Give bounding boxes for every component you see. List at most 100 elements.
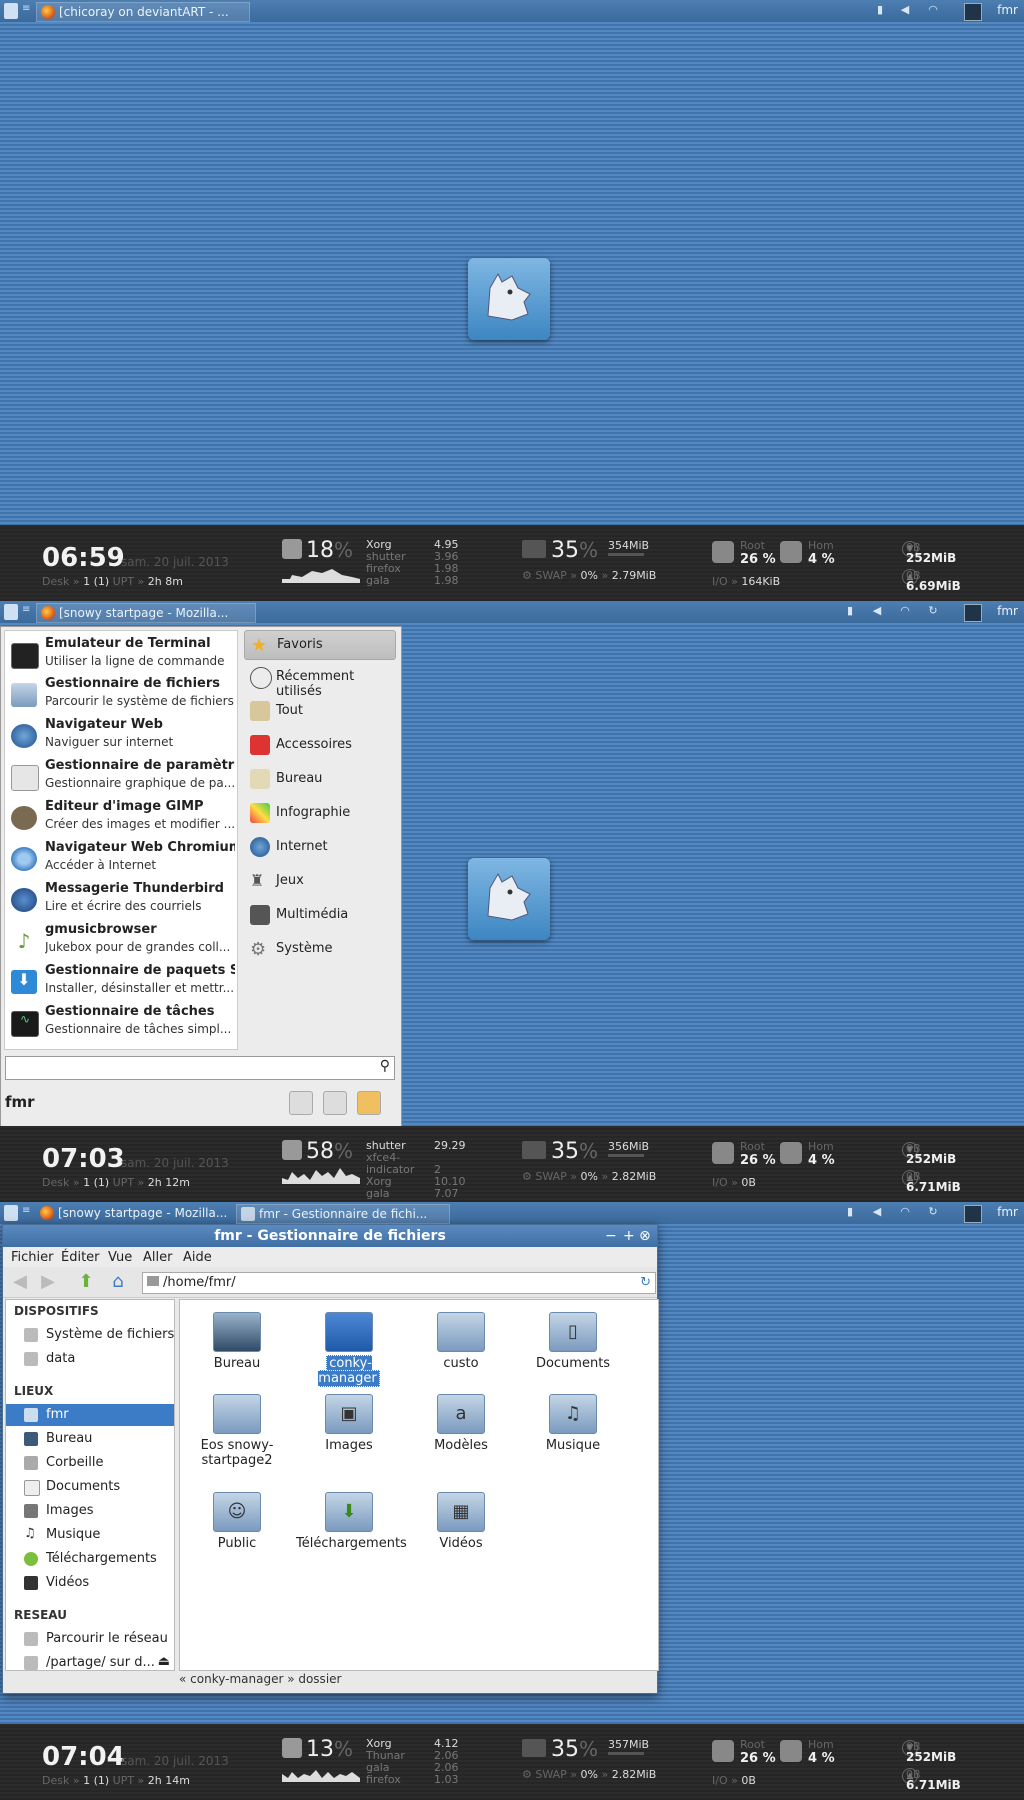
forward-icon[interactable]: ▶ (37, 1272, 59, 1292)
menu-search-input[interactable]: ⚲ (5, 1056, 395, 1080)
sidebar-item-bureau[interactable]: Bureau (6, 1428, 174, 1450)
file-item[interactable]: custo (408, 1312, 514, 1371)
menu-editer[interactable]: Éditer (61, 1250, 100, 1265)
log-out-button[interactable] (357, 1091, 381, 1115)
category-recent[interactable]: Récemment utilisés (244, 663, 394, 699)
menu-vue[interactable]: Vue (108, 1250, 132, 1265)
desk-value: 1 (1) (83, 575, 110, 588)
battery-icon[interactable]: ▮ (873, 3, 887, 19)
file-item[interactable]: a Modèles (408, 1394, 514, 1453)
sidebar-item-filesystem[interactable]: Système de fichiers (6, 1324, 174, 1346)
lock-screen-button[interactable] (323, 1091, 347, 1115)
settings-button[interactable] (289, 1091, 313, 1115)
mem-used: 356MiB (608, 1140, 650, 1153)
menu-item-gmusicbrowser[interactable]: ♪ gmusicbrowser Jukebox pour de grandes co… (5, 920, 237, 960)
category-games[interactable]: ♜ Jeux (244, 867, 394, 895)
file-item[interactable]: ☺ Public (184, 1492, 290, 1551)
task-button[interactable]: fmr - Gestionnaire de fichi... (236, 1204, 450, 1224)
menu-item-settings-manager[interactable]: Gestionnaire de paramètres Gestionnaire g… (5, 756, 237, 796)
up-arrow-icon[interactable]: ⬆ (75, 1272, 97, 1292)
user-name[interactable]: fmr (997, 3, 1018, 17)
menu-item-task-manager[interactable]: ∿ Gestionnaire de tâches Gestionnaire de t… (5, 1002, 237, 1042)
wifi-icon[interactable]: ◠ (898, 1205, 912, 1221)
file-manager-window: fmr - Gestionnaire de fichiers − + ⊗ Fic… (2, 1224, 659, 1694)
category-favoris[interactable]: ★ Favoris (244, 630, 396, 660)
eject-icon[interactable]: ⏏ (158, 1654, 170, 1669)
window-title[interactable]: fmr - Gestionnaire de fichiers (3, 1225, 657, 1247)
download-icon (24, 1552, 38, 1566)
menu-lines-icon[interactable]: ≡ (22, 3, 32, 19)
menu-item-terminal[interactable]: Émulateur de Terminal Utiliser la ligne d… (5, 634, 237, 674)
category-multimedia[interactable]: Multimédia (244, 901, 394, 929)
menu-item-gimp[interactable]: Éditeur d'image GIMP Créer des images et … (5, 797, 237, 837)
app-menu-icon[interactable] (4, 3, 18, 19)
sidebar-item-musique[interactable]: ♫ Musique (6, 1524, 174, 1546)
workspace-switcher[interactable] (964, 3, 982, 21)
menu-item-title: Navigateur Web Chromium (45, 840, 235, 855)
user-name[interactable]: fmr (997, 1205, 1018, 1219)
file-item[interactable]: conky-manager (296, 1312, 402, 1387)
wifi-icon[interactable]: ◠ (926, 3, 940, 19)
user-name[interactable]: fmr (997, 604, 1018, 618)
menu-aller[interactable]: Aller (143, 1250, 172, 1265)
file-item[interactable]: ▦ Vidéos (408, 1492, 514, 1551)
file-item[interactable]: ♫ Musique (520, 1394, 626, 1453)
sidebar-item-documents[interactable]: Documents (6, 1476, 174, 1498)
menu-fichier[interactable]: Fichier (11, 1250, 54, 1265)
location-bar[interactable]: /home/fmr/ ↻ (142, 1272, 656, 1294)
sidebar-item-data[interactable]: data (6, 1348, 174, 1370)
category-accessories[interactable]: Accessoires (244, 731, 394, 759)
sidebar-item-videos[interactable]: Vidéos (6, 1572, 174, 1594)
category-graphics[interactable]: Infographie (244, 799, 394, 827)
menu-aide[interactable]: Aide (183, 1250, 212, 1265)
menu-lines-icon[interactable]: ≡ (22, 604, 32, 620)
update-icon[interactable]: ↻ (926, 604, 940, 620)
sidebar-item-partage[interactable]: /partage/ sur d... ⏏ (6, 1652, 174, 1674)
workspace-switcher[interactable] (964, 604, 982, 622)
battery-icon[interactable]: ▮ (843, 604, 857, 620)
file-item[interactable]: ▣ Images (296, 1394, 402, 1453)
wifi-icon[interactable]: ◠ (898, 604, 912, 620)
menu-item-file-manager[interactable]: Gestionnaire de fichiers Parcourir le sys… (5, 674, 237, 714)
reload-icon[interactable]: ↻ (640, 1273, 651, 1293)
menu-lines-icon[interactable]: ≡ (22, 1205, 32, 1221)
update-icon[interactable]: ↻ (926, 1205, 940, 1221)
home-disk-icon (780, 1740, 802, 1762)
category-all[interactable]: Tout (244, 697, 394, 725)
category-office[interactable]: Bureau (244, 765, 394, 793)
menu-item-chromium[interactable]: Navigateur Web Chromium Accéder à Interne… (5, 838, 237, 878)
file-item[interactable]: ▯ Documents (520, 1312, 626, 1371)
volume-icon[interactable]: ◀ (898, 3, 912, 19)
battery-icon[interactable]: ▮ (843, 1205, 857, 1221)
sidebar-item-images[interactable]: Images (6, 1500, 174, 1522)
sidebar-item-fmr[interactable]: fmr (6, 1404, 174, 1426)
sidebar-item-telechargements[interactable]: Téléchargements (6, 1548, 174, 1570)
uptime: 2h 8m (147, 575, 183, 588)
file-item[interactable]: Eos snowy-startpage2 (184, 1394, 290, 1468)
home-icon[interactable]: ⌂ (107, 1272, 129, 1292)
task-button[interactable]: [chicoray on deviantART - ... (36, 2, 250, 22)
back-icon[interactable]: ◀ (9, 1272, 31, 1292)
date: sam. 20 juil. 2013 (121, 555, 229, 569)
favorites-list: Émulateur de Terminal Utiliser la ligne d… (4, 630, 238, 1050)
volume-icon[interactable]: ◀ (870, 604, 884, 620)
file-item[interactable]: Bureau (184, 1312, 290, 1371)
cpu-percent: 18% (306, 538, 353, 563)
sidebar-item-corbeille[interactable]: Corbeille (6, 1452, 174, 1474)
app-menu-icon[interactable] (4, 1205, 18, 1221)
task-button[interactable]: [snowy startpage - Mozilla... (36, 1204, 254, 1222)
sidebar-item-browse-network[interactable]: Parcourir le réseau (6, 1628, 174, 1650)
menu-item-web-browser[interactable]: Navigateur Web Naviguer sur internet (5, 715, 237, 755)
workspace-switcher[interactable] (964, 1205, 982, 1223)
category-internet[interactable]: Internet (244, 833, 394, 861)
menu-item-thunderbird[interactable]: Messagerie Thunderbird Lire et écrire des… (5, 879, 237, 919)
task-button[interactable]: [snowy startpage - Mozilla... (36, 603, 256, 623)
file-item[interactable]: ⬇ Téléchargements (296, 1492, 407, 1551)
app-menu-icon[interactable] (4, 604, 18, 620)
menu-item-package-manager[interactable]: ⬇ Gestionnaire de paquets Sy... Installer,… (5, 961, 237, 1001)
category-system[interactable]: ⚙ Système (244, 935, 394, 963)
maximize-button[interactable]: + (623, 1225, 635, 1247)
volume-icon[interactable]: ◀ (870, 1205, 884, 1221)
close-button[interactable]: ⊗ (639, 1225, 651, 1247)
minimize-button[interactable]: − (605, 1225, 617, 1247)
